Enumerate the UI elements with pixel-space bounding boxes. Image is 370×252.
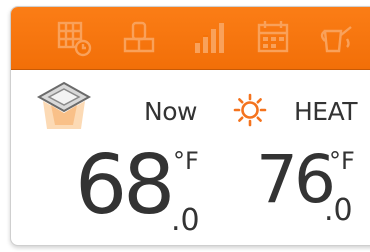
mode-label: HEAT xyxy=(294,97,358,126)
schedule-icon[interactable] xyxy=(53,17,97,59)
setpoint-temp-unit: °F xyxy=(329,147,355,175)
toolbar xyxy=(11,7,370,70)
current-label: Now xyxy=(144,97,197,126)
watering-can-icon[interactable] xyxy=(315,17,359,59)
current-temp-decimal-value: 0 xyxy=(180,203,200,238)
setpoint-temp-decimal-value: 0 xyxy=(333,193,353,228)
signal-bars-icon[interactable] xyxy=(187,17,231,59)
current-temp-decimal: .0 xyxy=(171,203,200,238)
sun-icon xyxy=(233,93,267,127)
setpoint-temp-decimal: .0 xyxy=(324,193,353,228)
remote-icon[interactable] xyxy=(117,17,161,59)
setpoint-temp-whole[interactable]: 76 xyxy=(256,147,336,213)
thermostat-card: Now HEAT 68 °F .0 76 °F .0 xyxy=(10,6,370,246)
current-temp-unit: °F xyxy=(173,147,199,175)
calendar-icon[interactable] xyxy=(251,17,295,59)
ceiling-vent-icon xyxy=(35,79,93,137)
current-temp-whole: 68 xyxy=(75,138,175,233)
